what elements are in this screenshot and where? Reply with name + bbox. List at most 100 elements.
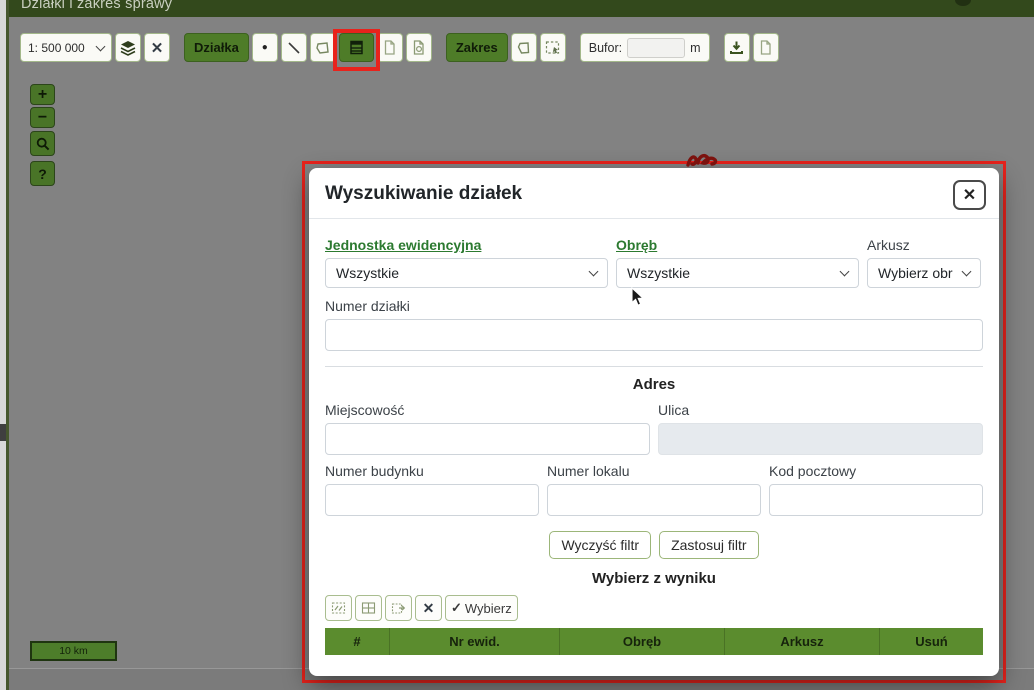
point-icon: ● [262, 42, 268, 53]
miejscowosc-label: Miejscowość [325, 402, 650, 418]
select-scattered-button[interactable] [325, 595, 352, 621]
question-icon: ? [38, 166, 47, 182]
adres-heading: Adres [325, 376, 983, 393]
jednostka-label: Jednostka ewidencyjna [325, 237, 608, 253]
scale-select-value: 1: 500 000 [28, 41, 85, 55]
chevron-down-icon [96, 41, 106, 51]
scale-bar-label: 10 km [59, 645, 88, 657]
obreb-select[interactable]: Wszystkie [616, 258, 859, 288]
arkusz-select-value: Wybierz obr [878, 265, 953, 281]
map-toolbar: 1: 500 000 ✕ Działka ● [20, 33, 779, 62]
arkusz-select[interactable]: Wybierz obr [867, 258, 981, 288]
scale-select[interactable]: 1: 500 000 [20, 33, 112, 62]
numer-lokalu-input[interactable] [547, 484, 761, 516]
chevron-down-icon [840, 267, 850, 277]
grid-icon [361, 601, 376, 615]
annotation-modal-box: Wyszukiwanie działek ✕ Jednostka ewidenc… [302, 161, 1006, 683]
grid-export-icon [391, 601, 406, 615]
grid-view-button[interactable] [355, 595, 382, 621]
layers-icon [120, 40, 136, 56]
kod-pocztowy-label: Kod pocztowy [769, 463, 983, 479]
download-icon [729, 40, 744, 55]
arkusz-label: Arkusz [867, 237, 981, 253]
wybierz-button-label: Wybierz [465, 601, 512, 616]
sidebar-collapse-handle[interactable] [0, 424, 6, 441]
dialog-header: Wyszukiwanie działek ✕ [309, 168, 999, 219]
dialog-body: Jednostka ewidencyjna Wszystkie Obręb Ws… [309, 219, 999, 673]
numer-dzialki-input[interactable] [325, 319, 983, 351]
document-icon [759, 40, 772, 55]
results-empty-row [325, 655, 983, 673]
col-nr-ewid: Nr ewid. [389, 628, 559, 655]
jednostka-select[interactable]: Wszystkie [325, 258, 608, 288]
ulica-input [658, 423, 983, 455]
grid-export-button[interactable] [385, 595, 412, 621]
parcel-search-dialog: Wyszukiwanie działek ✕ Jednostka ewidenc… [309, 168, 999, 676]
obreb-label: Obręb [616, 237, 859, 253]
close-icon: ✕ [423, 600, 435, 617]
obreb-select-value: Wszystkie [627, 265, 690, 281]
apply-filter-button[interactable]: Zastosuj filtr [659, 531, 758, 559]
close-icon: ✕ [963, 185, 976, 205]
numer-dzialki-label: Numer działki [325, 298, 983, 314]
parcel-search-button[interactable] [339, 33, 374, 62]
document-icon [383, 40, 396, 55]
scatter-grid-icon [331, 601, 346, 615]
help-button[interactable]: ? [30, 161, 55, 186]
zakres-mode-button[interactable]: Zakres [446, 33, 508, 62]
point-tool-button[interactable]: ● [252, 33, 278, 62]
close-icon: ✕ [151, 39, 164, 57]
close-button[interactable]: ✕ [953, 180, 986, 210]
clear-results-button[interactable]: ✕ [415, 595, 442, 621]
report-document-button[interactable] [753, 33, 779, 62]
scale-bar: 10 km [30, 641, 117, 661]
col-arkusz: Arkusz [724, 628, 879, 655]
results-toolbar: ✕ ✓ Wybierz [325, 595, 983, 621]
numer-budynku-label: Numer budynku [325, 463, 539, 479]
line-icon [287, 41, 301, 55]
wybierz-button[interactable]: ✓ Wybierz [445, 595, 518, 621]
header-partial-icon [955, 0, 971, 6]
download-button[interactable] [724, 33, 750, 62]
dashed-select-icon [545, 40, 561, 55]
panel-title: Działki i zakres sprawy [21, 0, 172, 12]
document-import-button[interactable] [406, 33, 432, 62]
numer-budynku-input[interactable] [325, 484, 539, 516]
layers-button[interactable] [115, 33, 141, 62]
plus-icon: + [38, 86, 47, 104]
zoom-in-button[interactable]: + [30, 84, 55, 105]
col-index: # [325, 628, 389, 655]
map-search-button[interactable] [30, 131, 55, 156]
magnifier-icon [36, 137, 50, 151]
col-usun: Usuń [879, 628, 983, 655]
ulica-label: Ulica [658, 402, 983, 418]
sidebar-edge [0, 0, 9, 690]
clear-map-button[interactable]: ✕ [144, 33, 170, 62]
zoom-out-button[interactable]: − [30, 107, 55, 128]
zakres-polygon-button[interactable] [511, 33, 537, 62]
chevron-down-icon [962, 267, 972, 277]
polygon-icon [315, 41, 330, 55]
results-table: # Nr ewid. Obręb Arkusz Usuń [325, 628, 983, 673]
kod-pocztowy-input[interactable] [769, 484, 983, 516]
dzialka-mode-button[interactable]: Działka [184, 33, 249, 62]
document-button[interactable] [377, 33, 403, 62]
parcel-table-icon [349, 40, 364, 55]
polygon-tool-button[interactable] [310, 33, 336, 62]
bufor-label: Bufor: [589, 41, 622, 55]
minus-icon: − [38, 109, 47, 127]
results-heading: Wybierz z wyniku [325, 570, 983, 587]
rubber-band-select-button[interactable] [540, 33, 566, 62]
numer-lokalu-label: Numer lokalu [547, 463, 761, 479]
bufor-input[interactable] [627, 38, 685, 58]
line-tool-button[interactable] [281, 33, 307, 62]
polygon-icon [516, 41, 531, 55]
clear-filter-button[interactable]: Wyczyść filtr [549, 531, 651, 559]
miejscowosc-input[interactable] [325, 423, 650, 455]
document-import-icon [412, 40, 426, 55]
col-obreb: Obręb [559, 628, 724, 655]
chevron-down-icon [589, 267, 599, 277]
section-divider [325, 366, 983, 367]
results-table-header: # Nr ewid. Obręb Arkusz Usuń [325, 628, 983, 655]
bufor-unit: m [690, 41, 700, 55]
